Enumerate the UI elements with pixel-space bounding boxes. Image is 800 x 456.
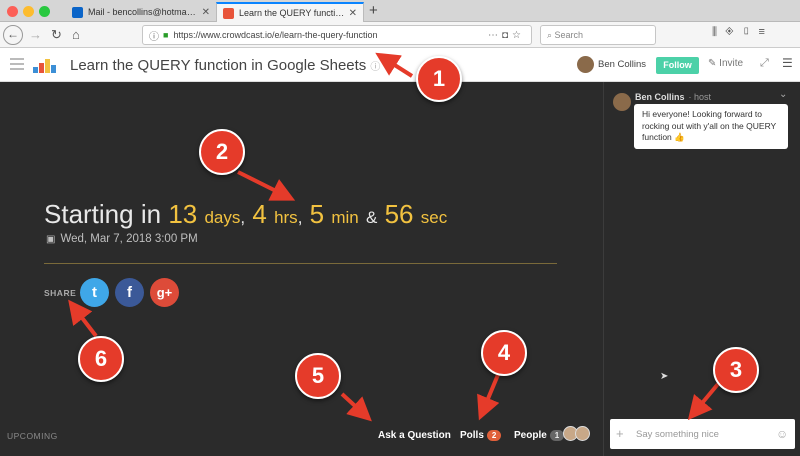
status-badge: UPCOMING <box>7 431 58 441</box>
countdown-ampersand: & <box>366 208 378 227</box>
twitter-icon[interactable]: t <box>80 278 109 307</box>
event-header: Learn the QUERY function in Google Sheet… <box>0 48 800 82</box>
tab-label: Learn the QUERY function in Go <box>239 8 345 18</box>
info-icon[interactable]: ⓘ <box>370 62 380 73</box>
polls-count-badge: 2 <box>486 430 502 441</box>
invite-label: Invite <box>719 58 744 69</box>
reload-icon[interactable]: ↻ <box>51 26 62 44</box>
callout-5: 5 <box>295 353 341 399</box>
chat-input[interactable]: + Say something nice ☺ <box>610 419 795 449</box>
chat-placeholder: Say something nice <box>636 429 719 440</box>
address-bar[interactable]: ⓘ ■ https://www.crowdcast.io/e/learn-the… <box>142 25 532 45</box>
close-tab-icon[interactable]: ✕ <box>202 7 210 18</box>
share-label: SHARE <box>44 288 77 298</box>
countdown-seconds: 56 <box>384 199 414 229</box>
callout-1: 1 <box>416 56 462 102</box>
chevron-down-icon[interactable]: ⌄ <box>779 89 787 100</box>
plus-icon[interactable]: + <box>616 426 624 441</box>
zoom-window-icon[interactable] <box>39 6 50 17</box>
toolbar-extension-icons[interactable]: ⫼◈▯≡ <box>712 26 773 39</box>
new-tab-button[interactable]: + <box>369 2 378 19</box>
countdown-hours-unit: hrs <box>274 208 298 227</box>
tab-label: Mail - bencollins@hotmail.com <box>88 7 198 17</box>
home-icon[interactable]: ⌂ <box>72 26 80 44</box>
mouse-cursor-icon: ➤ <box>660 371 669 382</box>
close-tab-icon[interactable]: ✕ <box>349 8 357 19</box>
callout-6: 6 <box>78 336 124 382</box>
fullscreen-icon[interactable]: ⤢ <box>760 57 769 70</box>
host-name[interactable]: Ben Collins <box>598 59 646 70</box>
emoji-icon[interactable]: ☺ <box>776 427 788 441</box>
browser-toolbar: ← → ↻ ⌂ ⓘ ■ https://www.crowdcast.io/e/l… <box>0 22 800 48</box>
menu-icon[interactable]: ☰ <box>782 56 793 70</box>
countdown-minutes: 5 <box>309 199 325 229</box>
chat-author-role: · host <box>688 92 712 102</box>
countdown-hours: 4 <box>252 199 267 229</box>
chat-author: Ben Collins · host <box>635 92 711 102</box>
crowdcast-icon <box>223 7 234 19</box>
crowdcast-logo[interactable] <box>33 59 61 73</box>
callout-2: 2 <box>199 129 245 175</box>
people-button[interactable]: People 1 <box>514 430 565 441</box>
callout-3: 3 <box>713 347 759 393</box>
googleplus-icon[interactable]: g+ <box>150 278 179 307</box>
divider <box>44 263 557 264</box>
ask-question-button[interactable]: Ask a Question <box>378 430 451 441</box>
tab-mail[interactable]: Mail - bencollins@hotmail.com ✕ <box>66 2 216 22</box>
search-placeholder: Search <box>554 30 584 40</box>
forward-arrow-icon[interactable]: → <box>29 26 42 44</box>
search-input[interactable]: ⌕ Search <box>540 25 656 45</box>
countdown-seconds-unit: sec <box>420 208 448 227</box>
invite-button[interactable]: ✎ Invite <box>708 58 743 69</box>
outlook-icon <box>72 6 83 18</box>
edit-icon: ✎ <box>708 58 720 69</box>
facebook-icon[interactable]: f <box>115 278 144 307</box>
polls-label: Polls <box>460 430 484 441</box>
countdown-minutes-unit: min <box>331 208 359 227</box>
minimize-window-icon[interactable] <box>23 6 34 17</box>
lock-icon: ■ <box>163 30 169 40</box>
host-avatar[interactable] <box>577 56 594 73</box>
page-title-text: Learn the QUERY function in Google Sheet… <box>70 57 367 74</box>
countdown-days-unit: days <box>204 208 241 227</box>
chat-author-name: Ben Collins <box>635 92 685 102</box>
hamburger-menu-icon[interactable] <box>10 58 24 70</box>
screenshot: Mail - bencollins@hotmail.com ✕ Learn th… <box>0 0 800 456</box>
page-actions-icon[interactable]: ⋯◘☆ <box>488 30 525 41</box>
event-stage: Starting in 13 days, 4 hrs, 5 min & 56 s… <box>0 82 603 456</box>
follow-button[interactable]: Follow <box>656 57 699 74</box>
countdown-label: Starting in <box>44 199 162 229</box>
countdown-days: 13 <box>168 199 198 229</box>
search-icon: ⌕ <box>547 30 555 40</box>
chat-author-avatar[interactable] <box>613 93 631 111</box>
event-date: ▣ Wed, Mar 7, 2018 3:00 PM <box>46 233 198 245</box>
tab-crowdcast[interactable]: Learn the QUERY function in Go ✕ <box>216 2 364 22</box>
page-title: Learn the QUERY function in Google Sheet… <box>70 57 380 74</box>
polls-button[interactable]: Polls 2 <box>460 430 502 441</box>
back-arrow-icon[interactable]: ← <box>3 25 23 45</box>
calendar-icon: ▣ <box>46 234 56 245</box>
event-date-text: Wed, Mar 7, 2018 3:00 PM <box>60 233 198 245</box>
close-window-icon[interactable] <box>7 6 18 17</box>
callout-4: 4 <box>481 330 527 376</box>
people-label: People <box>514 430 547 441</box>
countdown-timer: Starting in 13 days, 4 hrs, 5 min & 56 s… <box>44 199 448 229</box>
attendee-avatar[interactable] <box>575 426 590 441</box>
chat-panel: Ben Collins · host ⌄ Hi everyone! Looking… <box>603 82 800 456</box>
chat-message: Hi everyone! Looking forward to rocking … <box>634 104 788 149</box>
url-text[interactable]: https://www.crowdcast.io/e/learn-the-que… <box>173 30 488 40</box>
browser-tab-strip: Mail - bencollins@hotmail.com ✕ Learn th… <box>0 0 800 22</box>
info-icon[interactable]: ⓘ <box>149 28 159 43</box>
